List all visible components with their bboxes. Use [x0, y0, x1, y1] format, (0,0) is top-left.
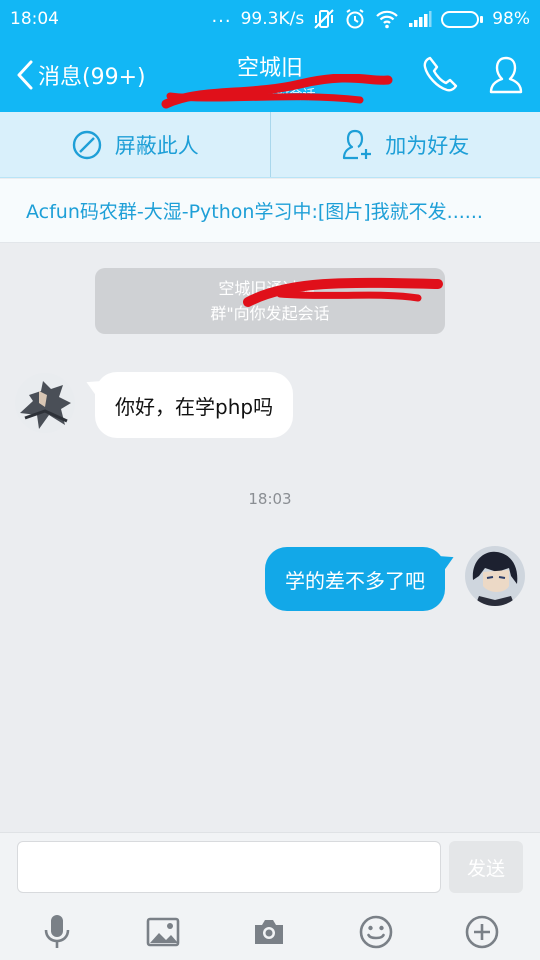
stranger-actions: 屏蔽此人 加为好友 — [0, 112, 540, 178]
composer: 发送 — [0, 832, 540, 960]
image-icon — [146, 917, 180, 947]
more-button[interactable] — [459, 909, 505, 955]
group-message-banner[interactable]: Acfun码农群-大湿-Python学习中:[图片]我就不发...... — [0, 179, 540, 243]
add-friend-label: 加为好友 — [385, 133, 470, 158]
plus-circle-icon — [465, 915, 499, 949]
net-speed: 99.3K/s — [240, 9, 305, 29]
wifi-icon — [375, 9, 399, 29]
camera-button[interactable] — [246, 909, 292, 955]
phone-icon — [423, 56, 458, 92]
add-friend-icon — [343, 129, 372, 159]
incoming-message-bubble[interactable]: 你好，在学php吗 — [95, 372, 294, 438]
signal-icon — [408, 10, 432, 28]
redaction-scribble — [161, 74, 393, 109]
image-button[interactable] — [140, 909, 186, 955]
back-button[interactable]: 消息(99+) — [14, 58, 146, 92]
send-button[interactable]: 发送 — [449, 841, 523, 893]
vibrate-off-icon — [313, 8, 335, 30]
contact-avatar[interactable] — [15, 373, 75, 433]
phone-call-button[interactable] — [420, 54, 460, 98]
my-avatar[interactable] — [465, 546, 525, 606]
person-icon — [489, 56, 523, 94]
emoji-button[interactable] — [353, 909, 399, 955]
chevron-left-icon — [17, 60, 33, 90]
block-icon — [72, 130, 101, 159]
chat-header: 消息(99+) 空城旧 来自群临时会话 — [0, 38, 540, 112]
add-friend-button[interactable]: 加为好友 — [269, 112, 540, 177]
microphone-icon — [44, 915, 70, 948]
smiley-icon — [359, 915, 393, 949]
voice-button[interactable] — [34, 909, 80, 955]
block-user-label: 屏蔽此人 — [114, 133, 199, 158]
time-divider: 18:03 — [248, 490, 292, 508]
outgoing-message-text: 学的差不多了吧 — [285, 568, 425, 593]
block-user-button[interactable]: 屏蔽此人 — [0, 112, 270, 177]
battery-icon — [441, 10, 484, 28]
camera-icon — [255, 920, 283, 944]
composer-tools — [0, 909, 540, 955]
redaction-scribble — [243, 277, 443, 307]
message-input[interactable] — [17, 841, 441, 893]
outgoing-message-bubble[interactable]: 学的差不多了吧 — [265, 547, 445, 611]
overflow-dots: ... — [211, 5, 232, 27]
battery-percent: 98% — [492, 9, 530, 29]
alarm-icon — [344, 8, 366, 30]
status-time: 18:04 — [10, 9, 59, 29]
back-label: 消息(99+) — [38, 65, 146, 90]
profile-button[interactable] — [486, 54, 526, 100]
incoming-message-text: 你好，在学php吗 — [115, 394, 274, 419]
status-bar: 18:04 ... 99.3K/s 98% — [0, 0, 540, 38]
